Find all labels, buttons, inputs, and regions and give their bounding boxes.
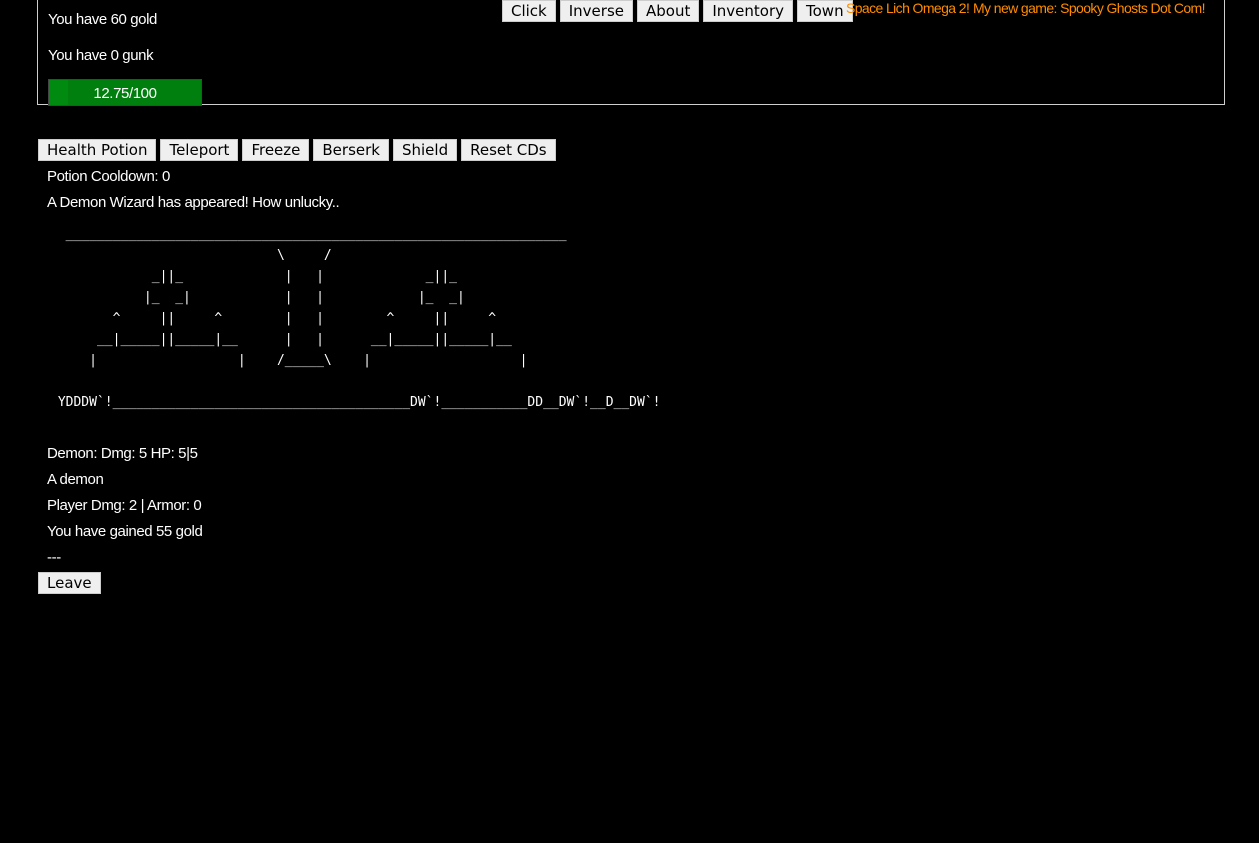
player-stats: Player Dmg: 2 | Armor: 0 — [47, 497, 202, 514]
health-potion-button[interactable]: Health Potion — [38, 139, 157, 161]
shield-button[interactable]: Shield — [392, 139, 458, 161]
progress-bar: 12.75/100 — [48, 79, 202, 106]
town-button[interactable]: Town — [797, 0, 853, 22]
ascii-battle-scene: ________________________________________… — [57, 227, 661, 410]
encounter-message: A Demon Wizard has appeared! How unlucky… — [47, 194, 340, 211]
gold-counter: You have 60 gold — [48, 11, 157, 28]
gunk-counter: You have 0 gunk — [48, 47, 154, 64]
enemy-description: A demon — [47, 471, 104, 488]
game-root: You have 60 gold You have 0 gunk 12.75/1… — [0, 0, 1259, 843]
space-lich-link[interactable]: Space Lich Omega 2! — [846, 0, 970, 16]
spooky-ghosts-link[interactable]: My new game: Spooky Ghosts Dot Com! — [973, 0, 1205, 16]
click-button[interactable]: Click — [502, 0, 556, 22]
berserk-button[interactable]: Berserk — [313, 139, 389, 161]
progress-label: 12.75/100 — [93, 85, 157, 102]
separator: --- — [47, 549, 61, 566]
freeze-button[interactable]: Freeze — [242, 139, 310, 161]
inventory-button[interactable]: Inventory — [703, 0, 794, 22]
about-button[interactable]: About — [637, 0, 700, 22]
enemy-stats: Demon: Dmg: 5 HP: 5|5 — [47, 445, 198, 462]
potion-cooldown: Potion Cooldown: 0 — [47, 168, 170, 185]
reward-message: You have gained 55 gold — [47, 523, 203, 540]
action-buttons: Health Potion Teleport Freeze Berserk Sh… — [38, 139, 556, 161]
reset-cds-button[interactable]: Reset CDs — [461, 139, 556, 161]
leave-button[interactable]: Leave — [38, 572, 101, 594]
nav-buttons: Click Inverse About Inventory Town — [502, 0, 853, 22]
inverse-button[interactable]: Inverse — [559, 0, 633, 22]
teleport-button[interactable]: Teleport — [160, 139, 239, 161]
